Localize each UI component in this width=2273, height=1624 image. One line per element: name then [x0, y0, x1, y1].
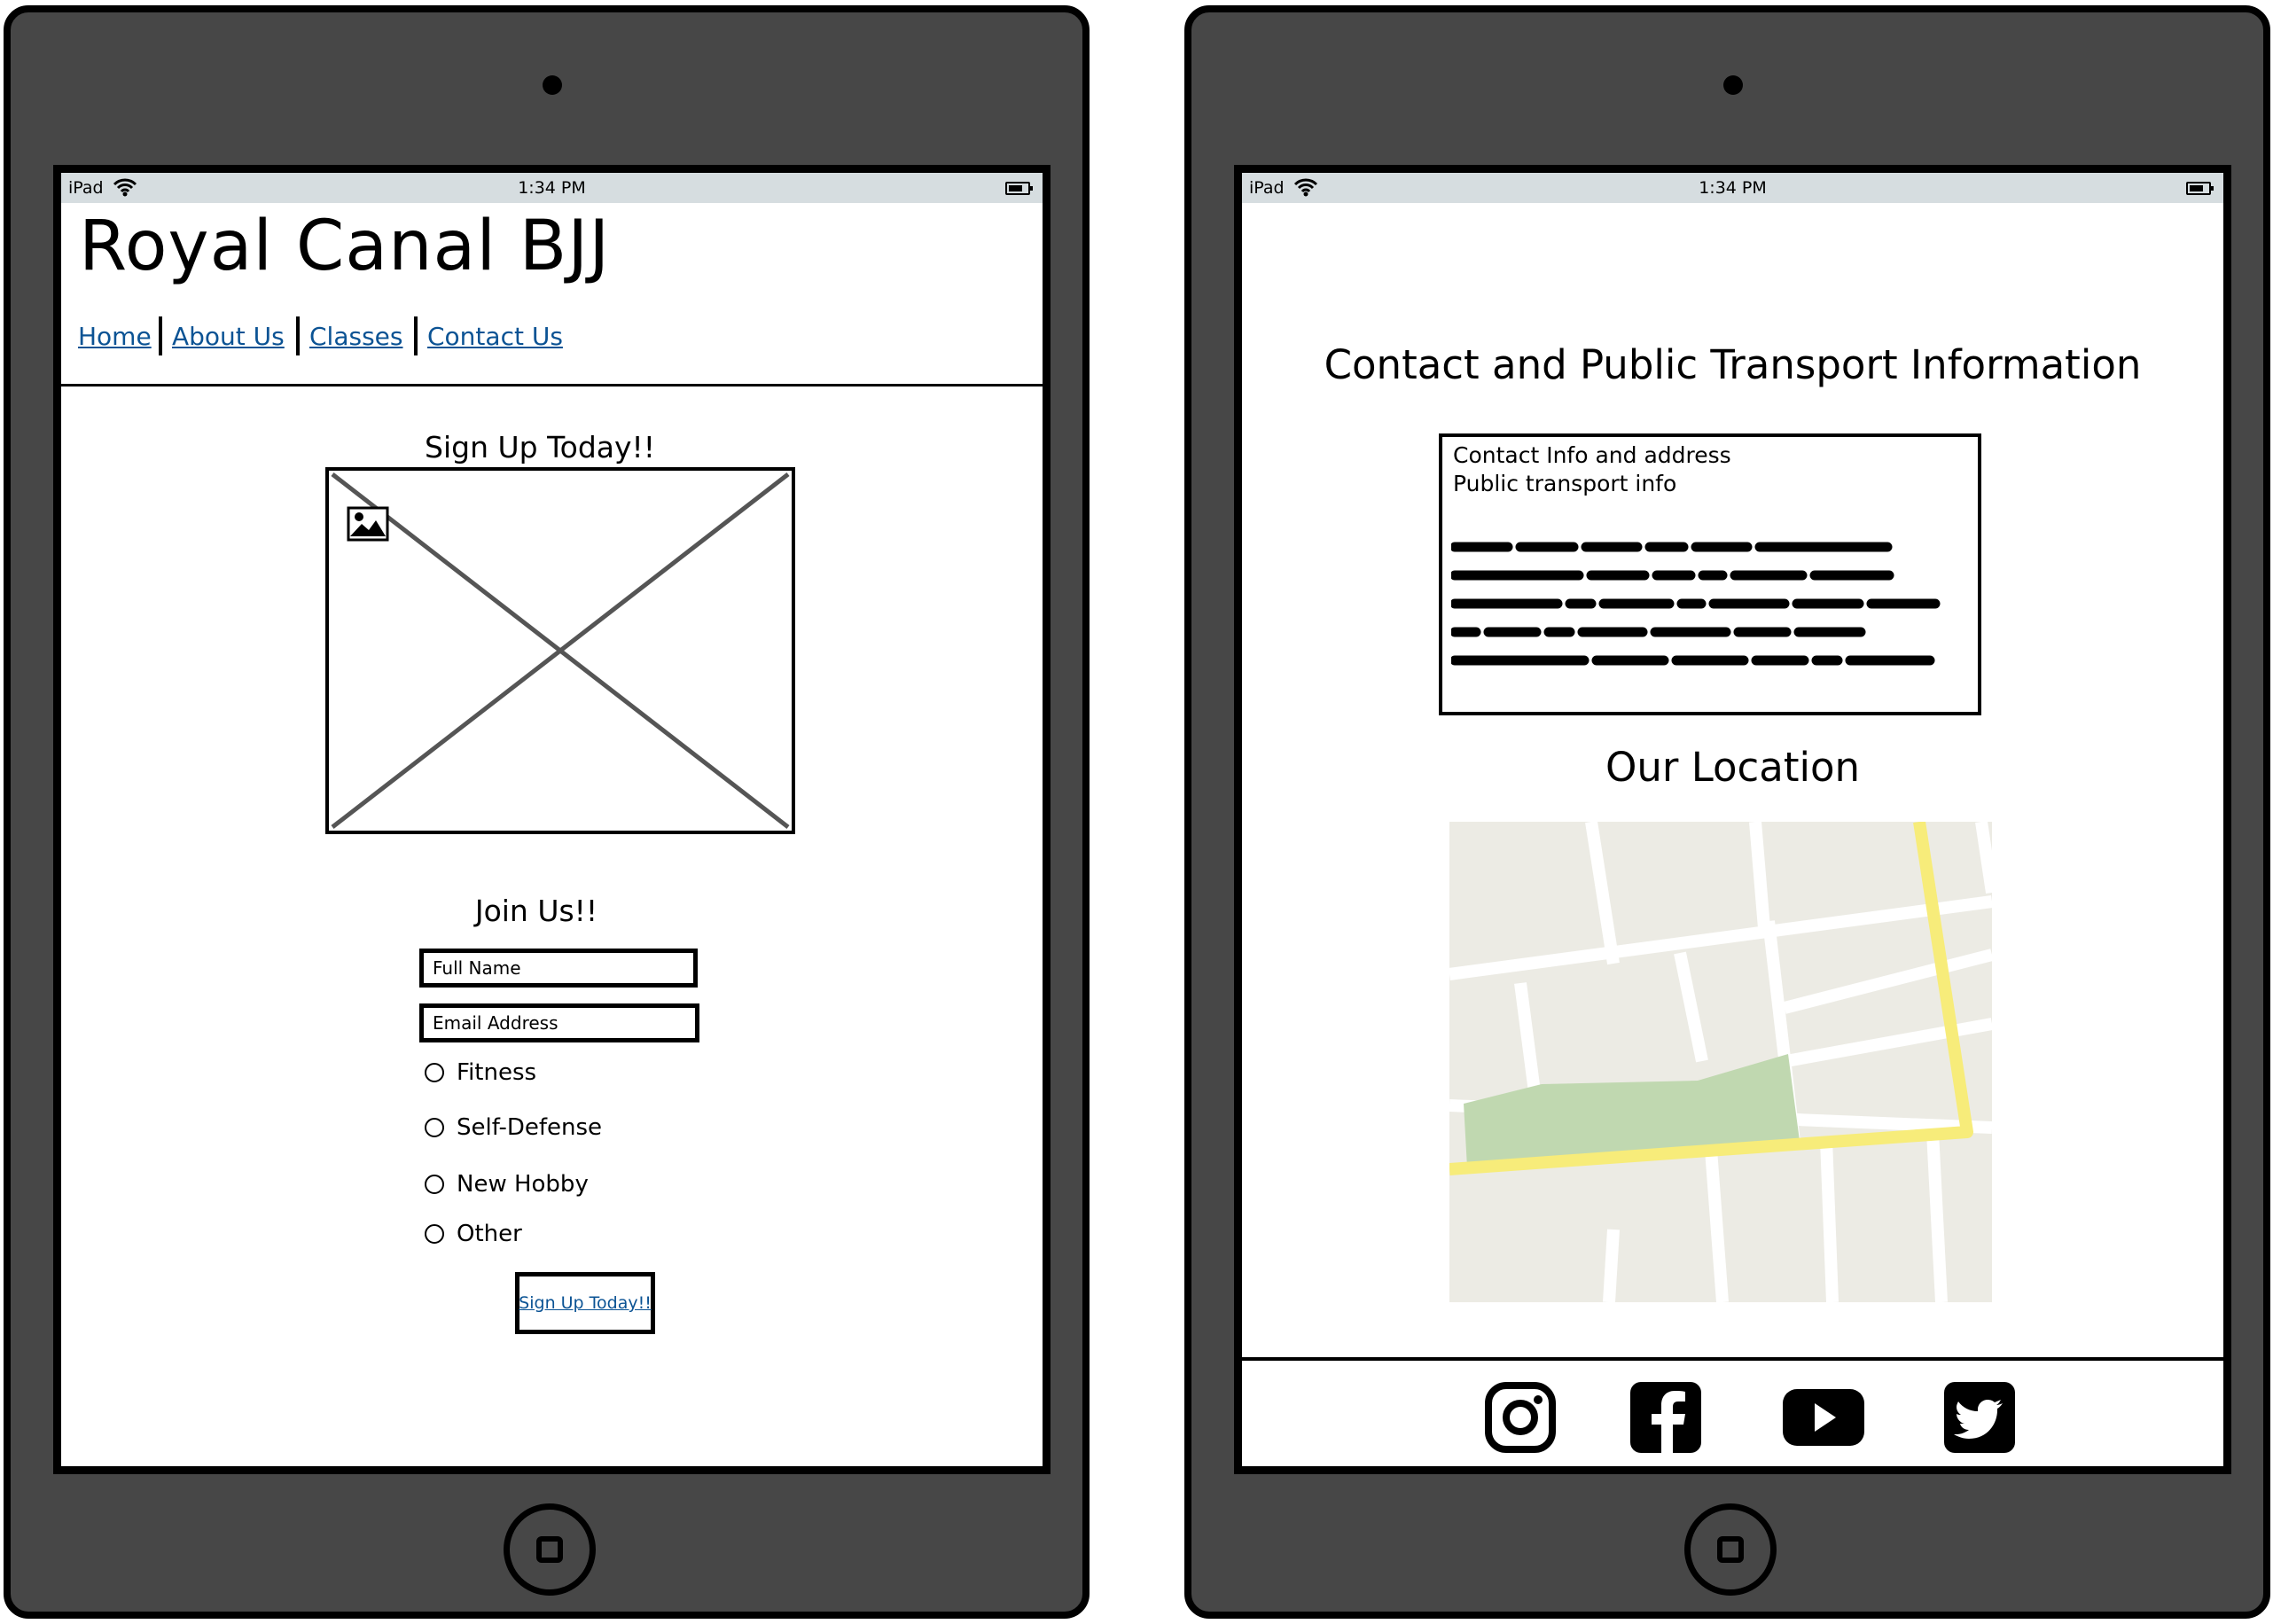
radio-button[interactable]	[425, 1118, 444, 1137]
image-icon	[347, 506, 389, 542]
nav-link-classes[interactable]: Classes	[309, 322, 402, 351]
header-divider	[61, 384, 1043, 386]
hero-image-placeholder	[325, 467, 795, 834]
placeholder-cross	[331, 472, 790, 829]
nav-separator	[296, 316, 300, 355]
screen-left: iPad 1:34 PM Royal Canal BJJ Home About …	[53, 165, 1051, 1474]
twitter-icon[interactable]	[1942, 1380, 2017, 1455]
full-name-input[interactable]: Full Name	[419, 949, 698, 988]
camera-dot	[1723, 75, 1743, 95]
nav-separator	[159, 316, 162, 355]
social-footer	[1242, 1357, 2223, 1466]
contact-heading: Contact and Public Transport Information	[1324, 341, 2142, 388]
contact-info-line: Contact Info and address	[1453, 442, 1731, 468]
radio-button[interactable]	[425, 1175, 444, 1194]
nav-link-contact[interactable]: Contact Us	[427, 322, 563, 351]
radio-label: New Hobby	[457, 1171, 589, 1198]
site-title: Royal Canal BJJ	[79, 207, 611, 286]
status-time: 1:34 PM	[1699, 178, 1767, 198]
nav-link-home[interactable]: Home	[78, 322, 152, 351]
map-illustration	[1449, 822, 1992, 1302]
ipad-frame-left: iPad 1:34 PM Royal Canal BJJ Home About …	[4, 5, 1090, 1619]
facebook-icon[interactable]	[1629, 1380, 1703, 1455]
radio-option-new-hobby[interactable]: New Hobby	[425, 1169, 589, 1199]
youtube-icon[interactable]	[1781, 1380, 1866, 1455]
email-input[interactable]: Email Address	[419, 1003, 699, 1042]
ipad-frame-right: iPad 1:34 PM Contact and Public Transpor…	[1184, 5, 2270, 1619]
nav-separator	[414, 316, 418, 355]
instagram-icon[interactable]	[1483, 1380, 1558, 1455]
sign-up-button[interactable]: Sign Up Today!!	[515, 1272, 655, 1334]
radio-label: Fitness	[457, 1059, 537, 1086]
location-map[interactable]	[1449, 822, 1992, 1302]
home-button[interactable]	[1684, 1503, 1777, 1596]
status-time: 1:34 PM	[518, 178, 586, 198]
radio-label: Self-Defense	[457, 1114, 603, 1141]
radio-option-self-defense[interactable]: Self-Defense	[425, 1113, 602, 1143]
radio-option-other[interactable]: Other	[425, 1219, 522, 1249]
screen-right: iPad 1:34 PM Contact and Public Transpor…	[1234, 165, 2231, 1474]
camera-dot	[543, 75, 562, 95]
battery-icon	[2186, 182, 2214, 195]
status-bar: iPad 1:34 PM	[61, 173, 1043, 203]
status-bar: iPad 1:34 PM	[1242, 173, 2223, 203]
radio-label: Other	[457, 1221, 522, 1247]
contact-info-box: Contact Info and address Public transpor…	[1439, 433, 1981, 715]
transport-info-line: Public transport info	[1453, 471, 1677, 496]
placeholder-text-scribble	[1451, 542, 1941, 666]
radio-button[interactable]	[425, 1063, 444, 1082]
hero-heading: Sign Up Today!!	[425, 430, 655, 465]
location-heading: Our Location	[1605, 744, 1861, 791]
nav-bar: Home About Us Classes Contact Us	[78, 316, 699, 359]
battery-icon	[1005, 182, 1033, 195]
radio-button[interactable]	[425, 1224, 444, 1244]
form-heading: Join Us!!	[474, 894, 598, 928]
nav-link-about[interactable]: About Us	[172, 322, 285, 351]
radio-option-fitness[interactable]: Fitness	[425, 1058, 536, 1088]
home-button[interactable]	[504, 1503, 596, 1596]
